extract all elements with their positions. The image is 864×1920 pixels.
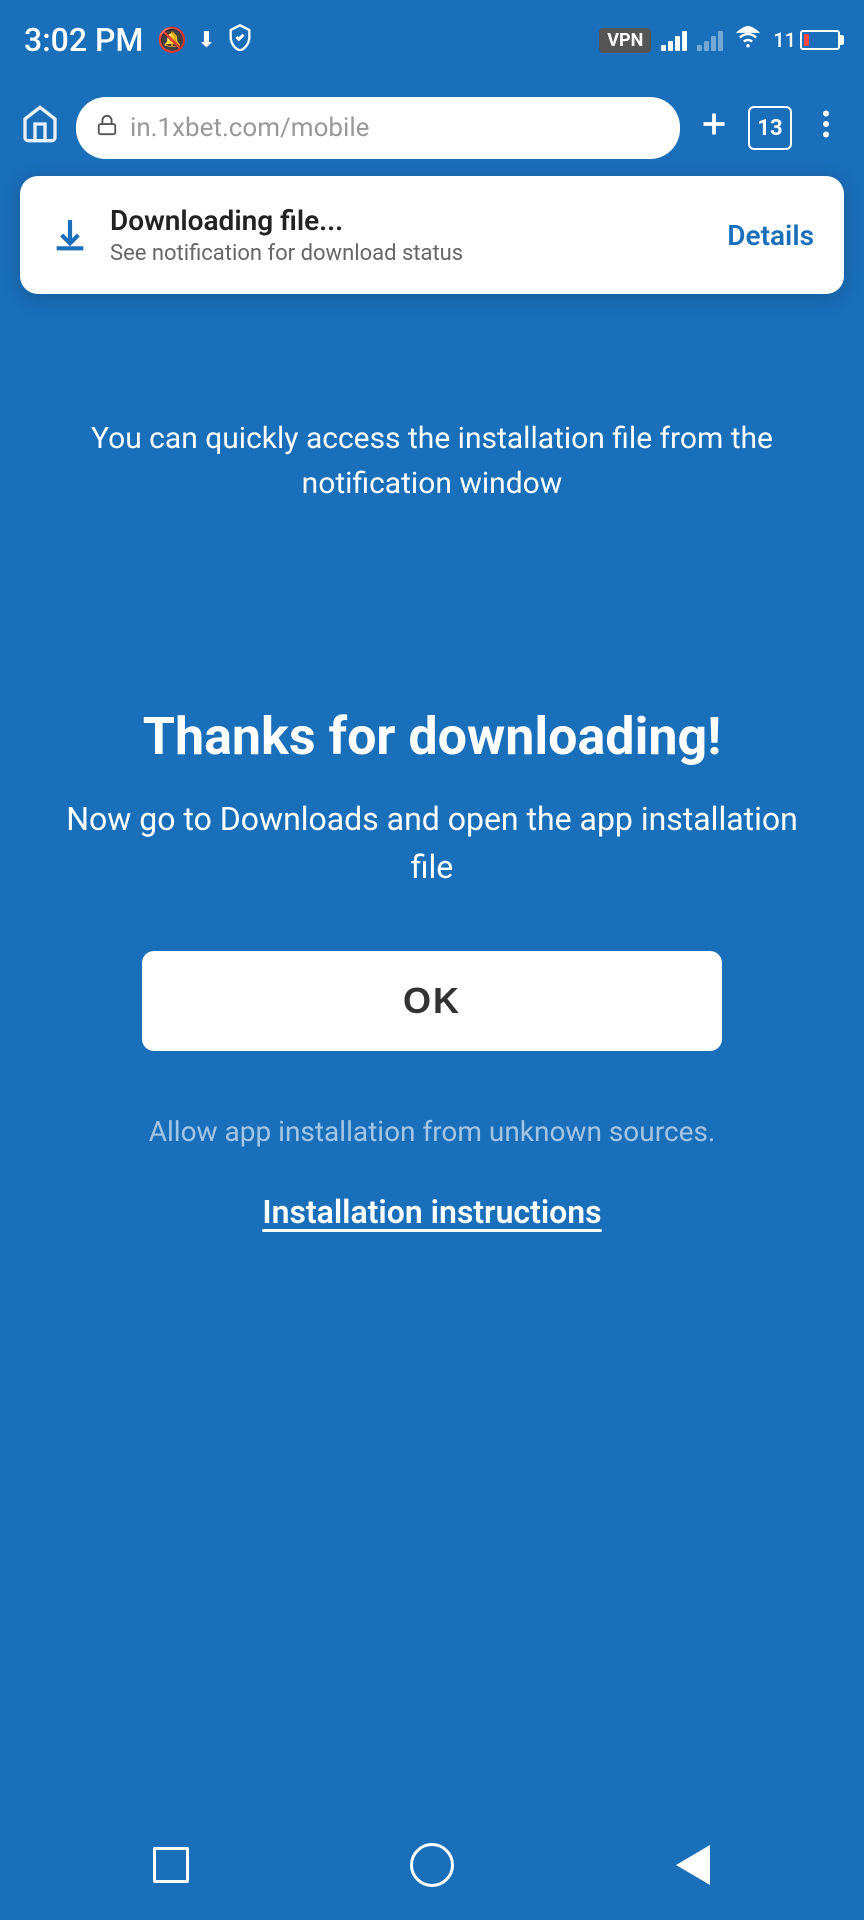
home-button[interactable] bbox=[20, 104, 60, 153]
home-circle-icon bbox=[410, 1843, 454, 1887]
thanks-subtitle: Now go to Downloads and open the app ins… bbox=[60, 795, 804, 891]
details-button[interactable]: Details bbox=[727, 219, 814, 252]
download-status-icon: ⬇ bbox=[197, 28, 215, 53]
new-tab-button[interactable] bbox=[696, 106, 732, 151]
battery-icon bbox=[800, 30, 840, 50]
tab-count-button[interactable]: 13 bbox=[748, 106, 792, 150]
tab-count: 13 bbox=[757, 116, 782, 141]
vpn-badge: VPN bbox=[599, 28, 651, 53]
wifi-icon bbox=[733, 23, 763, 57]
nav-back-button[interactable] bbox=[663, 1835, 723, 1895]
download-title: Downloading file... bbox=[110, 204, 463, 237]
url-path: /mobile bbox=[280, 113, 369, 143]
signal-bars-2 bbox=[697, 29, 723, 51]
main-content: You can quickly access the installation … bbox=[0, 176, 864, 1920]
ok-button[interactable]: OK bbox=[142, 951, 722, 1051]
bottom-nav bbox=[0, 1810, 864, 1920]
browser-actions: 13 bbox=[696, 106, 844, 151]
thanks-section: Thanks for downloading! Now go to Downlo… bbox=[0, 706, 864, 891]
notification-muted-icon: 🔕 bbox=[157, 26, 187, 54]
url-text: in.1xbet.com/mobile bbox=[130, 113, 369, 143]
status-left: 3:02 PM 🔕 ⬇ bbox=[24, 21, 254, 59]
back-icon bbox=[676, 1845, 710, 1885]
download-subtitle: See notification for download status bbox=[110, 241, 463, 266]
notification-hint-text: You can quickly access the installation … bbox=[0, 416, 864, 506]
more-options-button[interactable] bbox=[808, 106, 844, 151]
signal-bars-1 bbox=[661, 29, 687, 51]
battery-container: 11 bbox=[773, 28, 840, 52]
nav-home-button[interactable] bbox=[402, 1835, 462, 1895]
shield-icon bbox=[226, 23, 254, 57]
download-card-left: Downloading file... See notification for… bbox=[50, 204, 463, 266]
status-time: 3:02 PM bbox=[24, 21, 143, 59]
installation-instructions-link[interactable]: Installation instructions bbox=[262, 1193, 601, 1231]
thanks-title: Thanks for downloading! bbox=[60, 706, 804, 767]
battery-percent: 11 bbox=[773, 28, 796, 52]
status-icons: 🔕 ⬇ bbox=[157, 23, 253, 57]
browser-bar: in.1xbet.com/mobile 13 bbox=[0, 80, 864, 176]
stop-icon bbox=[153, 1847, 189, 1883]
unknown-sources-text: Allow app installation from unknown sour… bbox=[69, 1111, 796, 1153]
download-card-text: Downloading file... See notification for… bbox=[110, 204, 463, 266]
download-notification-card: Downloading file... See notification for… bbox=[20, 176, 844, 294]
url-bar[interactable]: in.1xbet.com/mobile bbox=[76, 97, 680, 159]
status-right: VPN 11 bbox=[599, 23, 840, 57]
url-domain: in.1xbet.com bbox=[130, 113, 280, 143]
nav-stop-button[interactable] bbox=[141, 1835, 201, 1895]
status-bar: 3:02 PM 🔕 ⬇ VPN bbox=[0, 0, 864, 80]
lock-icon bbox=[96, 114, 118, 142]
download-arrow-icon bbox=[50, 215, 90, 255]
